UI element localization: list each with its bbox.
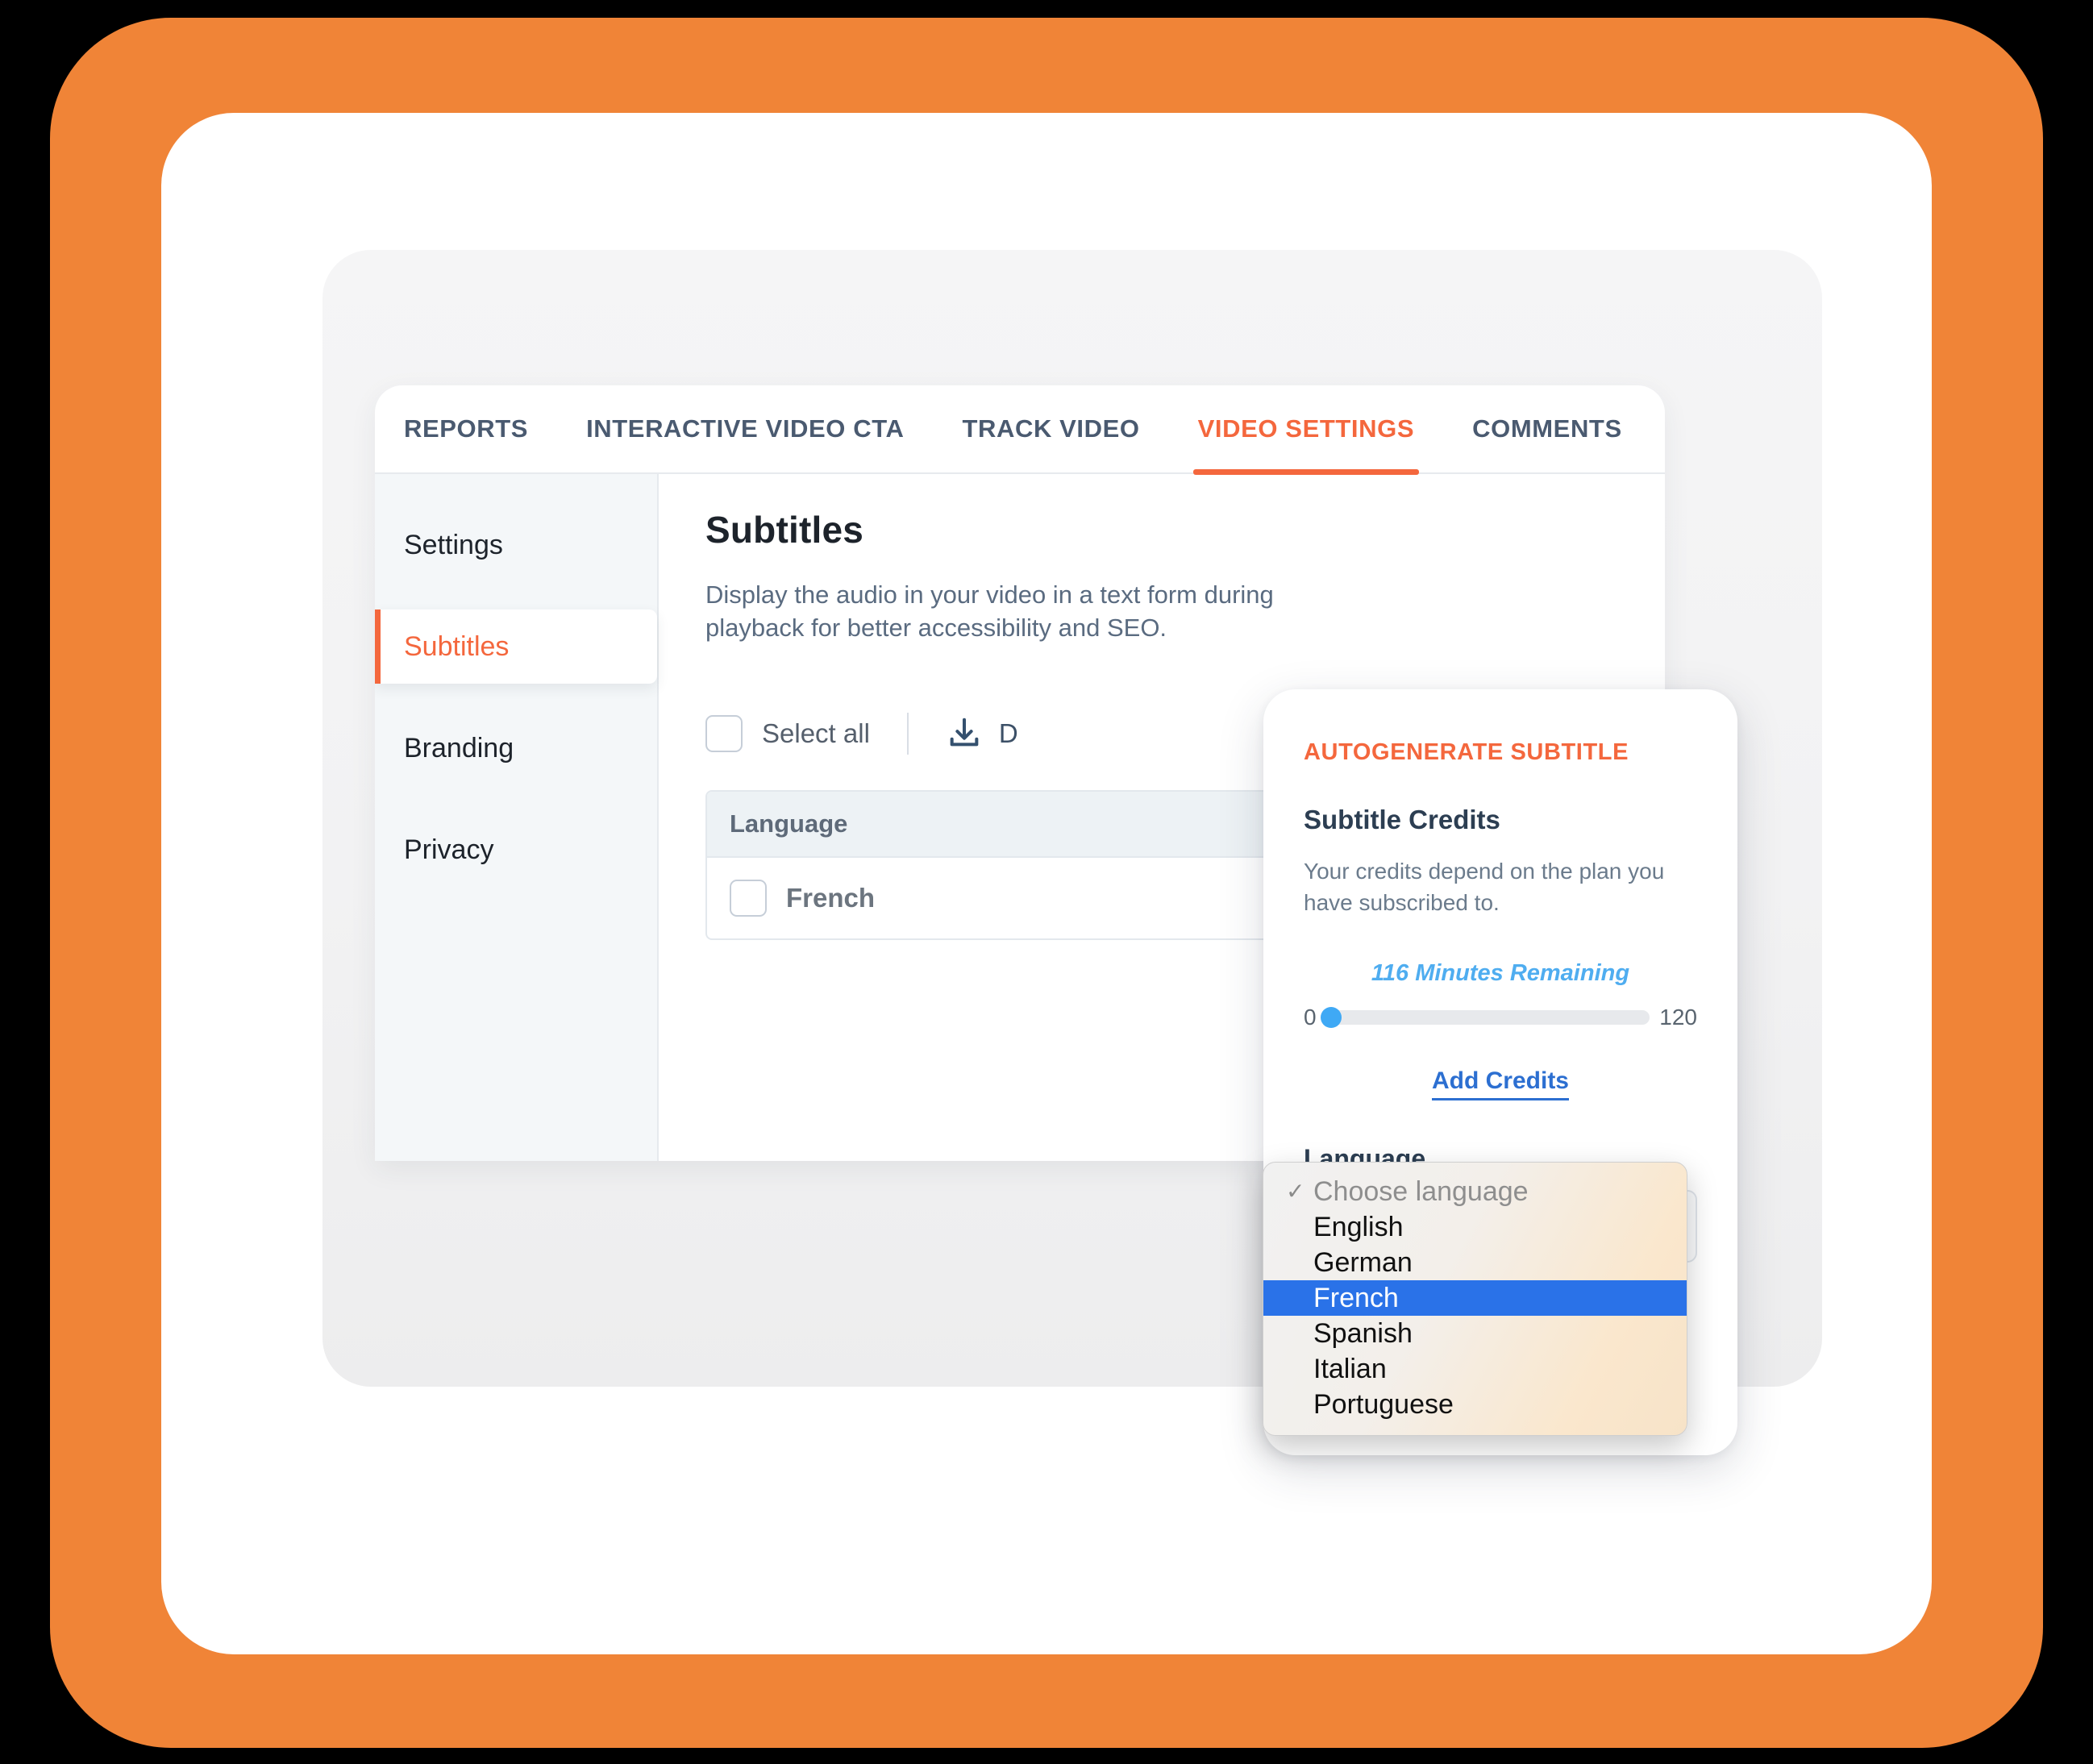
popup-kicker: AUTOGENERATE SUBTITLE: [1304, 739, 1629, 765]
dropdown-option-label: French: [1313, 1283, 1399, 1313]
subtitle-credits-description: Your credits depend on the plan you have…: [1304, 859, 1665, 915]
credits-slider[interactable]: 0 120: [1304, 1005, 1697, 1030]
download-icon: [950, 718, 979, 747]
settings-sidebar: Settings Subtitles Branding Privacy: [375, 474, 659, 1161]
tab-interactive-video-cta[interactable]: INTERACTIVE VIDEO CTA: [586, 385, 904, 473]
checkmark-icon: ✓: [1286, 1179, 1305, 1204]
download-label: D: [998, 718, 1018, 748]
slider-track[interactable]: [1320, 1007, 1650, 1029]
dropdown-option-french[interactable]: French: [1263, 1280, 1687, 1316]
sidebar-item-subtitles[interactable]: Subtitles: [375, 609, 657, 684]
select-all-label: Select all: [762, 718, 870, 748]
sidebar-item-privacy[interactable]: Privacy: [375, 813, 657, 887]
dropdown-option-label: German: [1313, 1247, 1413, 1278]
sidebar-item-branding[interactable]: Branding: [375, 711, 657, 785]
table-row[interactable]: French: [707, 858, 1271, 938]
tab-bar: REPORTS INTERACTIVE VIDEO CTA TRACK VIDE…: [375, 385, 1665, 475]
screenshot-root: REPORTS INTERACTIVE VIDEO CTA TRACK VIDE…: [0, 0, 2093, 1764]
tab-comments[interactable]: COMMENTS: [1472, 385, 1622, 473]
minutes-remaining-text: 116 Minutes Remaining: [1371, 960, 1630, 987]
language-dropdown-menu[interactable]: ✓ Choose language English German French …: [1263, 1162, 1687, 1436]
slider-min-label: 0: [1304, 1005, 1317, 1030]
add-credits-row: Add Credits: [1304, 1067, 1697, 1101]
dropdown-option-label: Choose language: [1313, 1176, 1529, 1207]
page-title: Subtitles: [705, 509, 864, 551]
language-table: Language French: [705, 789, 1273, 940]
dropdown-option-english[interactable]: English: [1263, 1209, 1687, 1245]
language-table-header: Language: [707, 791, 1271, 858]
dropdown-option-spanish[interactable]: Spanish: [1263, 1316, 1687, 1351]
dropdown-option-label: Italian: [1313, 1354, 1387, 1384]
subtitle-credits-title: Subtitle Credits: [1304, 805, 1500, 834]
tab-track-video[interactable]: TRACK VIDEO: [962, 385, 1139, 473]
tab-video-settings[interactable]: VIDEO SETTINGS: [1192, 385, 1419, 475]
tab-reports[interactable]: REPORTS: [404, 385, 528, 473]
slider-thumb[interactable]: [1320, 1007, 1342, 1029]
row-checkbox-french[interactable]: [730, 879, 767, 917]
dropdown-option-italian[interactable]: Italian: [1263, 1351, 1687, 1387]
dropdown-option-german[interactable]: German: [1263, 1245, 1687, 1280]
dropdown-option-label: Spanish: [1313, 1318, 1413, 1349]
add-credits-link[interactable]: Add Credits: [1431, 1067, 1569, 1101]
dropdown-option-label: English: [1313, 1212, 1404, 1242]
dropdown-option-portuguese[interactable]: Portuguese: [1263, 1387, 1687, 1422]
download-button[interactable]: D: [946, 715, 1018, 752]
dropdown-option-label: Portuguese: [1313, 1389, 1454, 1420]
row-language-french: French: [786, 882, 876, 913]
page-description: Display the audio in your video in a tex…: [705, 580, 1274, 642]
slider-max-label: 120: [1659, 1005, 1697, 1030]
sidebar-item-settings[interactable]: Settings: [375, 508, 657, 582]
select-all-checkbox[interactable]: [705, 714, 743, 752]
dropdown-option-choose-language[interactable]: ✓ Choose language: [1263, 1174, 1687, 1209]
toolbar-divider: [906, 712, 909, 755]
